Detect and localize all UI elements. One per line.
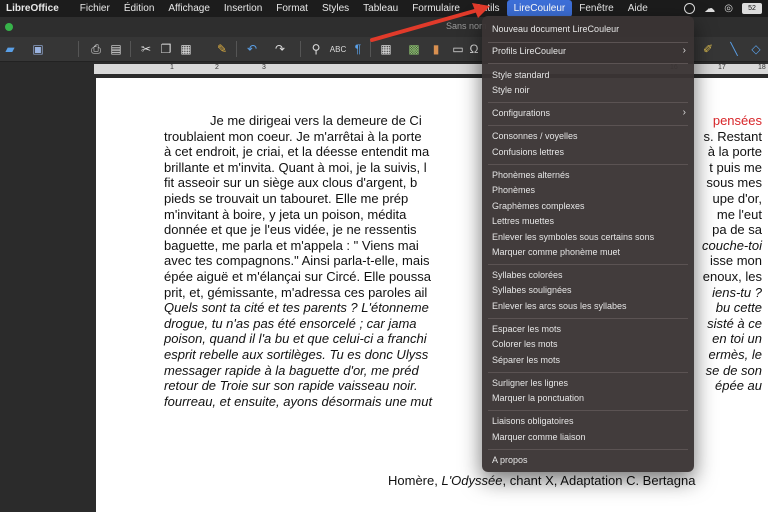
annotation-arrow-icon — [370, 3, 490, 42]
